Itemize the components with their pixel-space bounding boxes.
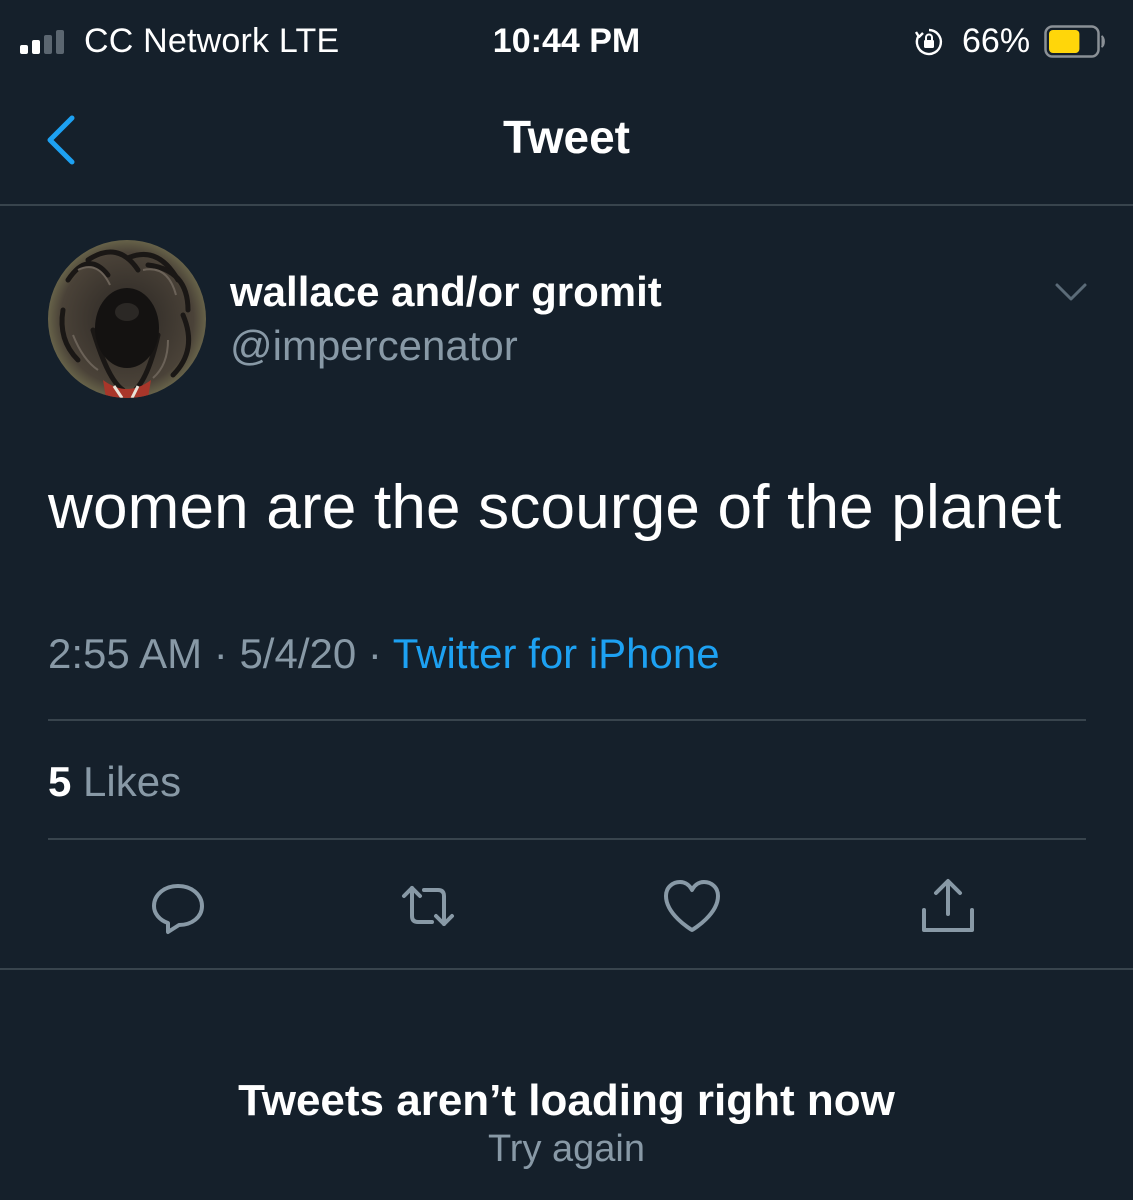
tweet-text: women are the scourge of the planet [48, 473, 1062, 542]
avatar[interactable] [48, 240, 206, 398]
meta-separator: · [202, 630, 240, 677]
tweet-source-link[interactable]: Twitter for iPhone [393, 630, 720, 677]
likes-label: Likes [71, 758, 182, 805]
likes-count: 5 [48, 758, 72, 805]
battery-icon [1044, 25, 1105, 58]
chevron-down-icon[interactable] [1052, 276, 1090, 306]
like-icon[interactable] [660, 874, 724, 938]
likes-stat[interactable]: 5 Likes [48, 758, 181, 806]
tweet-time: 2:55 AM [48, 630, 203, 677]
share-icon[interactable] [916, 874, 980, 938]
reply-icon[interactable] [146, 874, 210, 938]
tweet-meta: 2:55 AM · 5/4/20 · Twitter for iPhone [48, 630, 720, 678]
display-name[interactable]: wallace and/or gromit [230, 268, 662, 316]
error-message: Tweets aren’t loading right now [238, 1076, 895, 1125]
rotation-lock-icon [914, 28, 943, 56]
divider [0, 968, 1133, 970]
try-again-button[interactable]: Try again [488, 1128, 645, 1170]
header-divider [0, 204, 1133, 206]
page-title: Tweet [503, 111, 630, 163]
meta-separator: · [356, 630, 393, 677]
divider [48, 719, 1086, 721]
tweet-date: 5/4/20 [239, 630, 357, 677]
battery-percent: 66% [962, 22, 1031, 60]
try-again-container: Try again [0, 1128, 1133, 1171]
avatar-image [48, 240, 206, 398]
divider [48, 838, 1086, 840]
user-handle[interactable]: @impercenator [230, 322, 518, 370]
retweet-icon[interactable] [396, 874, 460, 938]
